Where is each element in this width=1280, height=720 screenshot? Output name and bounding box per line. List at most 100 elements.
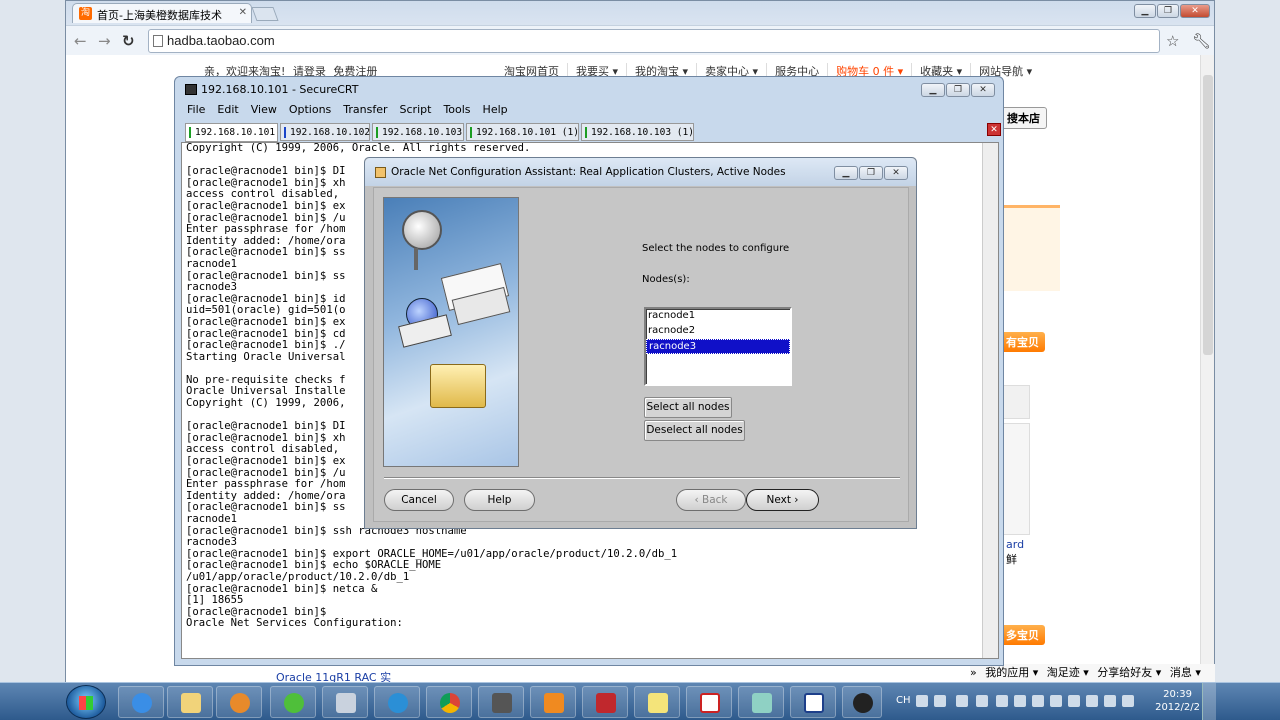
pen-icon[interactable] (1032, 695, 1044, 707)
deselect-all-nodes-button[interactable]: Deselect all nodes (644, 420, 745, 441)
terminal-icon (492, 693, 512, 713)
menu-edit[interactable]: Edit (217, 103, 238, 116)
node-item-racnode2[interactable]: racnode2 (646, 324, 790, 339)
taskbar-ie[interactable] (118, 686, 164, 718)
status-lamp-icon (470, 127, 472, 138)
scrollbar-thumb[interactable] (1203, 75, 1213, 355)
footprints[interactable]: 淘足迹 ▾ (1047, 666, 1089, 679)
taskbar-word[interactable] (790, 686, 836, 718)
taskbar-tools[interactable] (322, 686, 368, 718)
start-button[interactable] (66, 685, 106, 719)
terminal-scrollbar[interactable] (982, 143, 998, 658)
maximize-button[interactable]: ❐ (1157, 4, 1179, 18)
wrench-menu-icon[interactable]: 🔧︎ (1192, 32, 1211, 50)
taskbar-explorer[interactable] (167, 686, 213, 718)
satellite-dish-icon (402, 210, 442, 250)
card-text[interactable]: ard (1006, 538, 1024, 551)
back-button[interactable]: ‹ Back (676, 489, 746, 511)
securecrt-titlebar[interactable]: 192.168.10.101 - SecureCRT (175, 77, 1003, 99)
reload-icon[interactable]: ↻ (122, 32, 135, 50)
session-tab-3[interactable]: 192.168.10.103 (372, 123, 464, 141)
share-friends[interactable]: 分享给好友 ▾ (1097, 666, 1161, 679)
my-apps[interactable]: 我的应用 ▾ (985, 666, 1038, 679)
tray-arrow-icon[interactable] (976, 695, 988, 707)
device-icon[interactable] (1068, 695, 1080, 707)
close-button[interactable]: ✕ (1180, 4, 1210, 18)
select-all-nodes-button[interactable]: Select all nodes (644, 397, 732, 418)
next-button[interactable]: Next › (746, 489, 819, 511)
security-icon[interactable] (1014, 695, 1026, 707)
taskbar-app-blue[interactable] (374, 686, 420, 718)
tab-close-icon[interactable]: ✕ (239, 7, 247, 18)
show-desktop-button[interactable] (1202, 683, 1216, 720)
clock[interactable]: 20:39 2012/2/2 (1155, 688, 1200, 714)
user-icon[interactable] (996, 695, 1008, 707)
network-icon[interactable] (1104, 695, 1116, 707)
taskbar-securecrt[interactable] (478, 686, 524, 718)
ie-icon (132, 693, 152, 713)
keyboard-icon[interactable] (916, 695, 928, 707)
qq-penguin-icon (853, 693, 873, 713)
taskbar-pdf[interactable] (686, 686, 732, 718)
taskbar-filezilla[interactable] (582, 686, 628, 718)
search-store-button[interactable]: 搜本店 (1000, 107, 1047, 129)
volume-icon[interactable] (1122, 695, 1134, 707)
ime-icon[interactable] (934, 695, 946, 707)
java-app-icon (375, 167, 386, 178)
taskbar-xmanager[interactable] (530, 686, 576, 718)
menu-options[interactable]: Options (289, 103, 331, 116)
menu-view[interactable]: View (251, 103, 277, 116)
forward-arrow-icon[interactable]: → (98, 32, 111, 50)
taskbar-notes[interactable] (634, 686, 680, 718)
menu-file[interactable]: File (187, 103, 205, 116)
securecrt-menubar: File Edit View Options Transfer Script Tools He… (181, 103, 514, 116)
page-scrollbar[interactable] (1200, 55, 1214, 683)
node-item-racnode3[interactable]: racnode3 (646, 339, 790, 354)
crt-maximize-button[interactable]: ❐ (946, 83, 970, 97)
session-tab-label: 192.168.10.101 (1) (476, 127, 579, 138)
new-tab-button[interactable] (251, 7, 279, 21)
clock-time: 20:39 (1163, 689, 1192, 700)
help-button[interactable]: Help (464, 489, 535, 511)
securecrt-window-controls: ▁ ❐ ✕ (920, 82, 995, 97)
taskbar-qq[interactable] (842, 686, 882, 718)
session-tab-2[interactable]: 192.168.10.102 (280, 123, 370, 141)
cancel-button[interactable]: Cancel (384, 489, 454, 511)
all-items-button[interactable]: 有宝贝 (1000, 332, 1045, 352)
session-tab-5[interactable]: 192.168.10.103 (1) (581, 123, 694, 141)
crt-minimize-button[interactable]: ▁ (921, 83, 945, 97)
help-icon[interactable] (956, 695, 968, 707)
session-tab-4[interactable]: 192.168.10.101 (1) (466, 123, 579, 141)
input-language[interactable]: CH (896, 695, 911, 706)
netca-maximize-button[interactable]: ❐ (859, 166, 883, 180)
taskbar-app-teal[interactable] (738, 686, 784, 718)
session-tab-1[interactable]: 192.168.10.101 (185, 123, 278, 142)
close-tab-icon[interactable]: ✕ (987, 123, 1001, 136)
taskbar-media[interactable] (216, 686, 262, 718)
netca-dialog: Oracle Net Configuration Assistant: Real… (364, 157, 917, 529)
netca-close-button[interactable]: ✕ (884, 166, 908, 180)
nodes-label: Nodes(s): (642, 274, 690, 285)
netca-minimize-button[interactable]: ▁ (834, 166, 858, 180)
node-item-racnode1[interactable]: racnode1 (646, 309, 790, 324)
address-bar[interactable]: hadba.taobao.com (148, 29, 1160, 53)
more-items-button[interactable]: 多宝贝 (1000, 625, 1045, 645)
session-tab-label: 192.168.10.102 (290, 127, 371, 138)
flag-icon[interactable] (1050, 695, 1062, 707)
nodes-listbox[interactable]: racnode1 racnode2 racnode3 (644, 307, 792, 386)
menu-help[interactable]: Help (483, 103, 508, 116)
minimize-button[interactable]: ▁ (1134, 4, 1156, 18)
menu-tools[interactable]: Tools (443, 103, 470, 116)
taskbar-green-app[interactable] (270, 686, 316, 718)
taobao-toolbar-strip: » 我的应用 ▾ 淘足迹 ▾ 分享给好友 ▾ 消息 ▾ (970, 664, 1215, 682)
menu-script[interactable]: Script (400, 103, 432, 116)
messages[interactable]: 消息 ▾ (1170, 666, 1201, 679)
crt-close-button[interactable]: ✕ (971, 83, 995, 97)
taskbar-chrome[interactable] (426, 686, 472, 718)
usb-icon[interactable] (1086, 695, 1098, 707)
back-arrow-icon[interactable]: ← (74, 32, 87, 50)
bookmark-star-icon[interactable]: ☆ (1166, 32, 1179, 50)
menu-transfer[interactable]: Transfer (343, 103, 387, 116)
expand-arrow[interactable]: » (970, 666, 977, 679)
browser-tab[interactable]: 淘 首页-上海美橙数据库技术 ✕ (72, 3, 252, 23)
